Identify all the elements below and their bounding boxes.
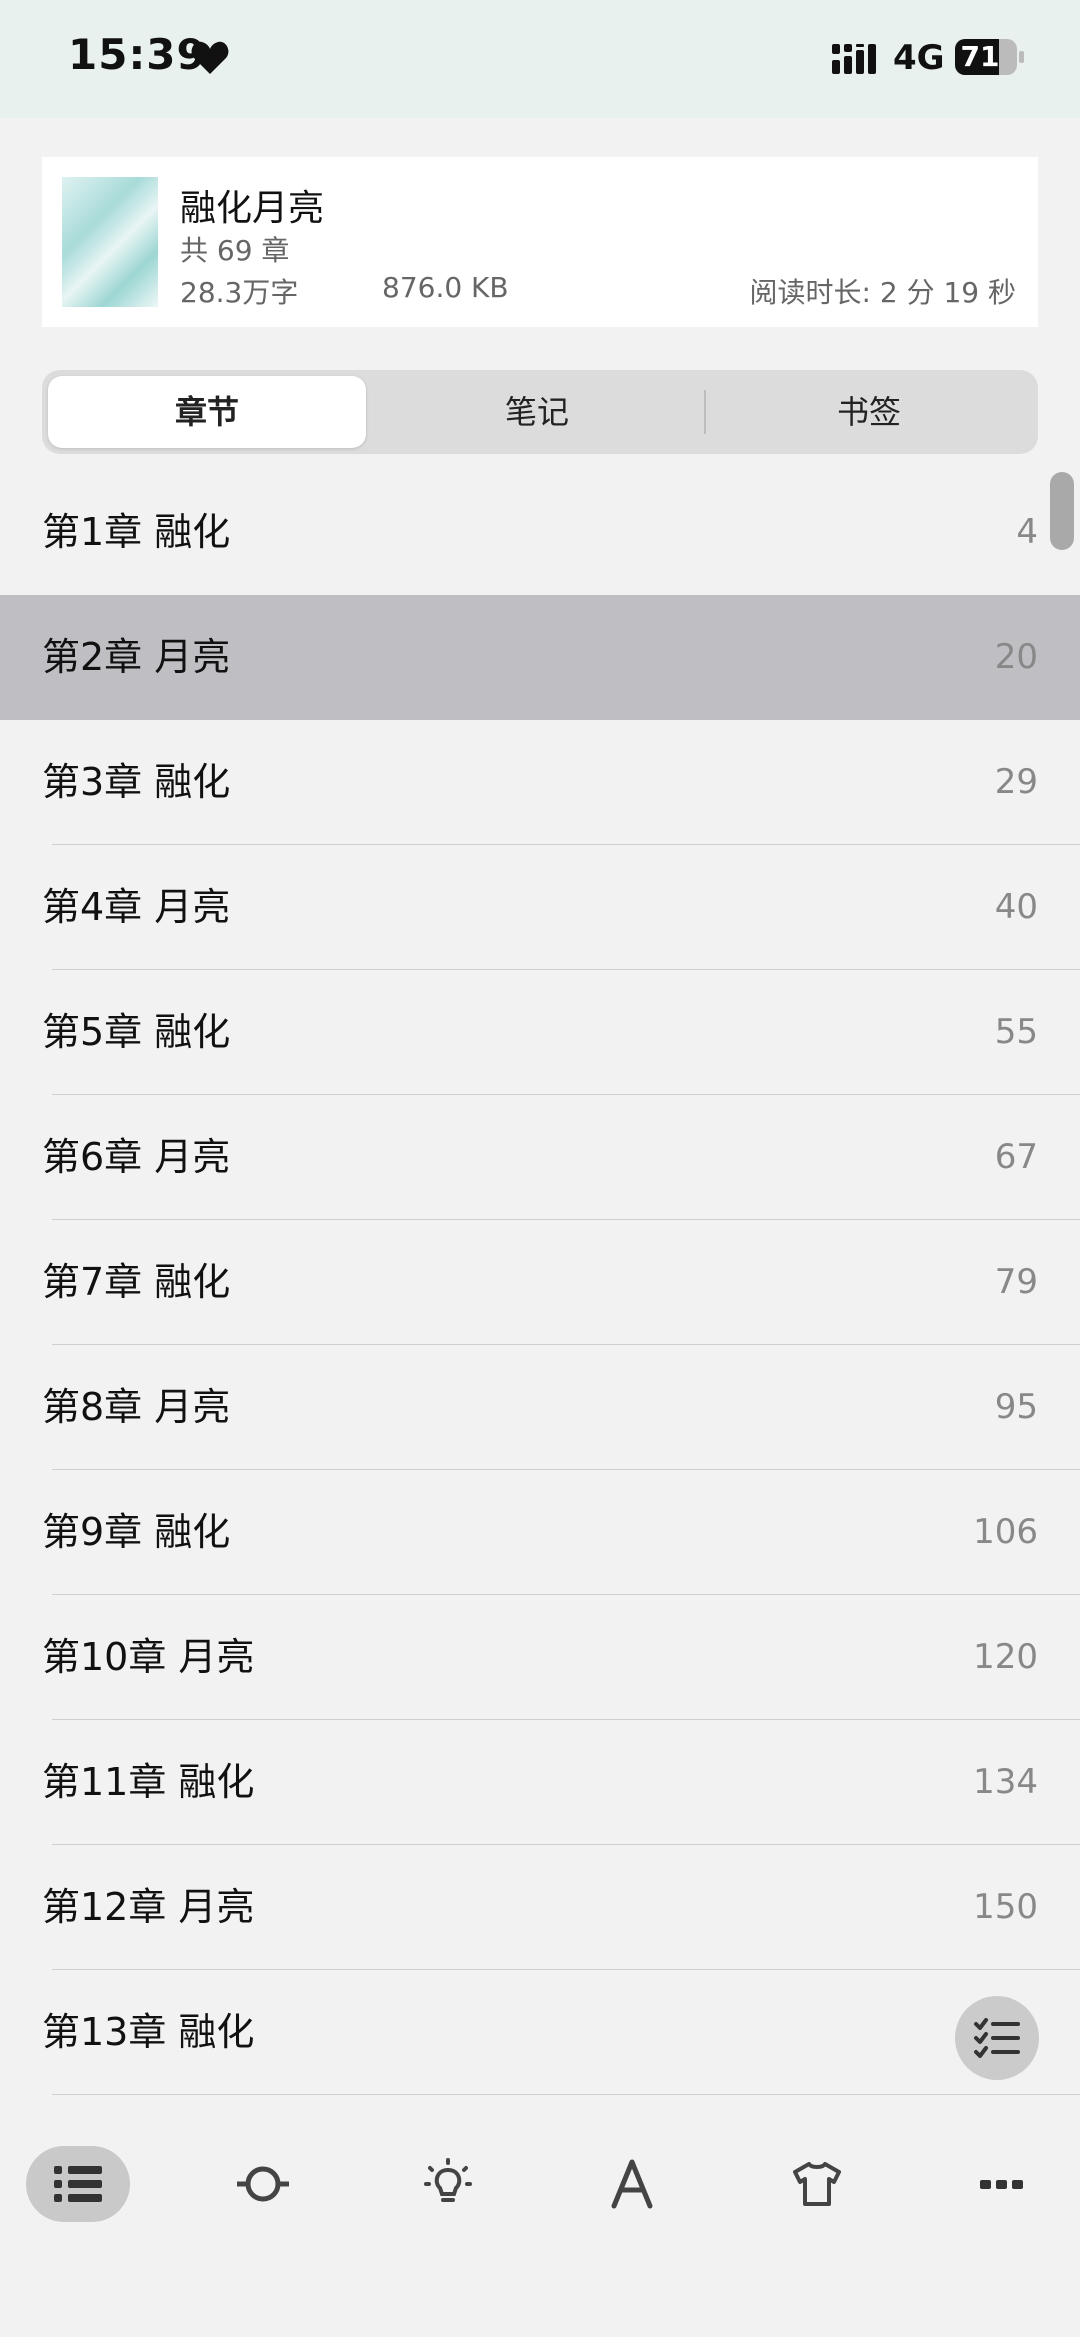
chapter-title: 第9章 融化 [42,1510,231,1554]
chapter-page: 4 [1016,512,1038,552]
chapter-title: 第13章 融化 [42,2010,255,2054]
book-word-count: 28.3万字 [180,276,299,309]
chapter-list: 第1章 融化 4 第2章 月亮 20 第3章 融化 29 第4章 月亮 40 第… [0,470,1080,2095]
book-info-card[interactable]: 融化月亮 共 69 章 28.3万字 876.0 KB 阅读时长: 2 分 19… [42,157,1038,327]
signal-icon [832,44,876,74]
brightness-button[interactable] [396,2146,500,2222]
chapter-title: 第1章 融化 [42,510,231,554]
book-title: 融化月亮 [180,188,325,229]
chapter-title: 第3章 融化 [42,760,231,804]
status-time: 15:39 [68,30,207,79]
toc-button[interactable] [26,2146,130,2222]
list-icon [54,2166,102,2202]
chapter-title: 第8章 月亮 [42,1385,231,1429]
book-chapter-count: 共 69 章 [180,234,290,267]
chapter-page: 29 [994,762,1038,802]
chapter-row[interactable]: 第3章 融化 29 [0,720,1080,845]
chapter-row[interactable]: 第9章 融化 106 [0,1470,1080,1595]
checklist-button[interactable] [955,1996,1039,2080]
chapter-page: 55 [994,1012,1038,1052]
network-label: 4G [893,38,945,78]
chapter-row[interactable]: 第12章 月亮 150 [0,1845,1080,1970]
bottom-toolbar [0,2122,1080,2337]
progress-button[interactable] [211,2146,315,2222]
battery-percent: 71 [960,40,1000,73]
chapter-row[interactable]: 第1章 融化 4 [0,470,1080,595]
row-divider [52,2094,1080,2095]
status-bar: 15:39 4G 71 [0,0,1080,118]
chapter-title: 第4章 月亮 [42,885,231,929]
chapter-title: 第7章 融化 [42,1260,231,1304]
chapter-row[interactable]: 第5章 融化 55 [0,970,1080,1095]
chapter-row-selected[interactable]: 第2章 月亮 20 [0,595,1080,720]
chapter-page: 95 [994,1387,1038,1427]
chapter-row[interactable]: 第7章 融化 79 [0,1220,1080,1345]
book-cover [62,177,158,307]
chapter-title: 第10章 月亮 [42,1635,255,1679]
chapter-page: 134 [973,1762,1038,1802]
segmented-control: 章节 笔记 书签 [42,370,1038,454]
progress-icon [237,2166,289,2202]
chapter-page: 150 [973,1887,1038,1927]
font-icon [611,2159,653,2209]
chapter-row[interactable]: 第11章 融化 134 [0,1720,1080,1845]
tab-chapters[interactable]: 章节 [48,376,366,448]
chapter-title: 第2章 月亮 [42,635,231,679]
checklist-icon [974,2018,1020,2058]
chapter-page: 67 [994,1137,1038,1177]
font-button[interactable] [580,2146,684,2222]
chapter-page: 20 [994,637,1038,677]
chapter-row[interactable]: 第4章 月亮 40 [0,845,1080,970]
heart-icon [191,41,229,74]
chapter-title: 第12章 月亮 [42,1885,255,1929]
theme-button[interactable] [765,2146,869,2222]
chapter-row[interactable]: 第8章 月亮 95 [0,1345,1080,1470]
tab-bookmarks[interactable]: 书签 [706,376,1032,448]
chapter-row[interactable]: 第13章 融化 [0,1970,1080,2095]
chapter-page: 120 [973,1637,1038,1677]
chapter-title: 第11章 融化 [42,1760,255,1804]
chapter-page: 40 [994,887,1038,927]
tab-notes[interactable]: 笔记 [372,376,702,448]
chapter-title: 第5章 融化 [42,1010,231,1054]
chapter-title: 第6章 月亮 [42,1135,231,1179]
theme-icon [793,2162,841,2206]
scrollbar-thumb[interactable] [1050,472,1074,550]
book-file-size: 876.0 KB [382,271,509,304]
chapter-row[interactable]: 第6章 月亮 67 [0,1095,1080,1220]
brightness-icon [424,2158,472,2202]
chapter-row[interactable]: 第10章 月亮 120 [0,1595,1080,1720]
more-button[interactable] [950,2146,1054,2222]
chapter-page: 79 [994,1262,1038,1302]
book-read-time: 阅读时长: 2 分 19 秒 [749,276,1016,309]
battery-icon: 71 [955,39,1024,75]
more-icon [980,2180,1023,2189]
chapter-page: 106 [973,1512,1038,1552]
